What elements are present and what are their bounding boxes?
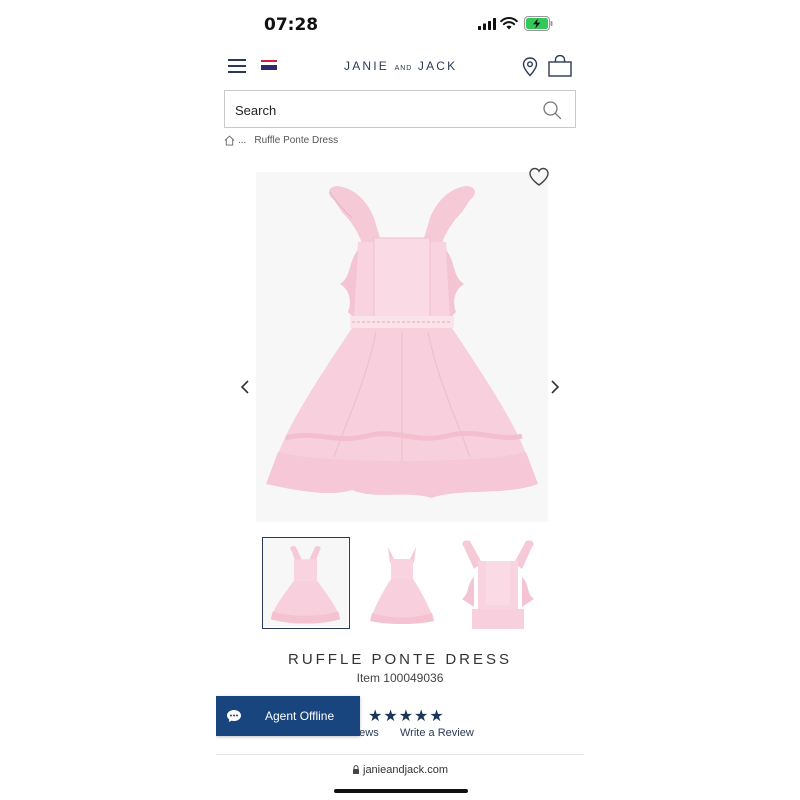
thumbnail-3[interactable]: [454, 537, 542, 629]
next-image-arrow-icon[interactable]: [548, 378, 562, 396]
cellular-signal-icon: [478, 18, 496, 30]
hamburger-menu-icon[interactable]: [228, 59, 246, 74]
brand-name-jack: JACK: [417, 59, 458, 73]
thumbnail-strip: [262, 537, 542, 629]
agent-chat-button[interactable]: Agent Offline: [216, 696, 360, 736]
chat-bubble-icon: [227, 710, 241, 722]
product-image[interactable]: [256, 172, 548, 522]
phone-screen: 07:28 JANIE AND JACK Search ... Ruffle P…: [216, 0, 584, 800]
browser-url-bar[interactable]: janieandjack.com: [216, 764, 584, 776]
product-title: RUFFLE PONTE DRESS: [287, 651, 513, 668]
home-icon[interactable]: [224, 134, 235, 146]
thailand-flag-icon[interactable]: [261, 60, 277, 72]
dress-image: [256, 172, 548, 522]
breadcrumb-ellipsis[interactable]: ...: [238, 135, 246, 146]
breadcrumb: ... Ruffle Ponte Dress: [224, 132, 338, 148]
agent-status-label: Agent Offline: [265, 709, 335, 723]
search-icon[interactable]: [542, 100, 562, 120]
breadcrumb-current: Ruffle Ponte Dress: [254, 134, 339, 146]
battery-charging-icon: [524, 16, 553, 31]
lock-icon: [353, 765, 359, 774]
rating-stars[interactable]: ★★★★★: [368, 706, 445, 726]
thumbnail-2[interactable]: [358, 537, 446, 629]
home-indicator[interactable]: [334, 789, 468, 793]
browser-url: janieandjack.com: [363, 764, 448, 776]
status-bar: 07:28: [216, 0, 584, 48]
brand-name-janie: JANIE: [344, 59, 390, 73]
write-review-link[interactable]: Write a Review: [400, 727, 474, 739]
site-header: JANIE AND JACK: [216, 48, 584, 86]
search-box: [224, 90, 576, 128]
item-number: Item 100049036: [356, 671, 444, 685]
shopping-bag-icon[interactable]: [548, 55, 572, 77]
status-time: 07:28: [264, 15, 319, 35]
wishlist-heart-icon[interactable]: [528, 167, 550, 187]
wifi-icon: [500, 17, 518, 30]
search-input[interactable]: [235, 100, 525, 120]
thumbnail-1[interactable]: [262, 537, 350, 629]
brand-name-and: AND: [394, 65, 413, 72]
location-pin-icon[interactable]: [522, 57, 538, 77]
divider: [216, 754, 584, 755]
brand-logo[interactable]: JANIE AND JACK: [344, 59, 457, 73]
previous-image-arrow-icon[interactable]: [238, 378, 252, 396]
